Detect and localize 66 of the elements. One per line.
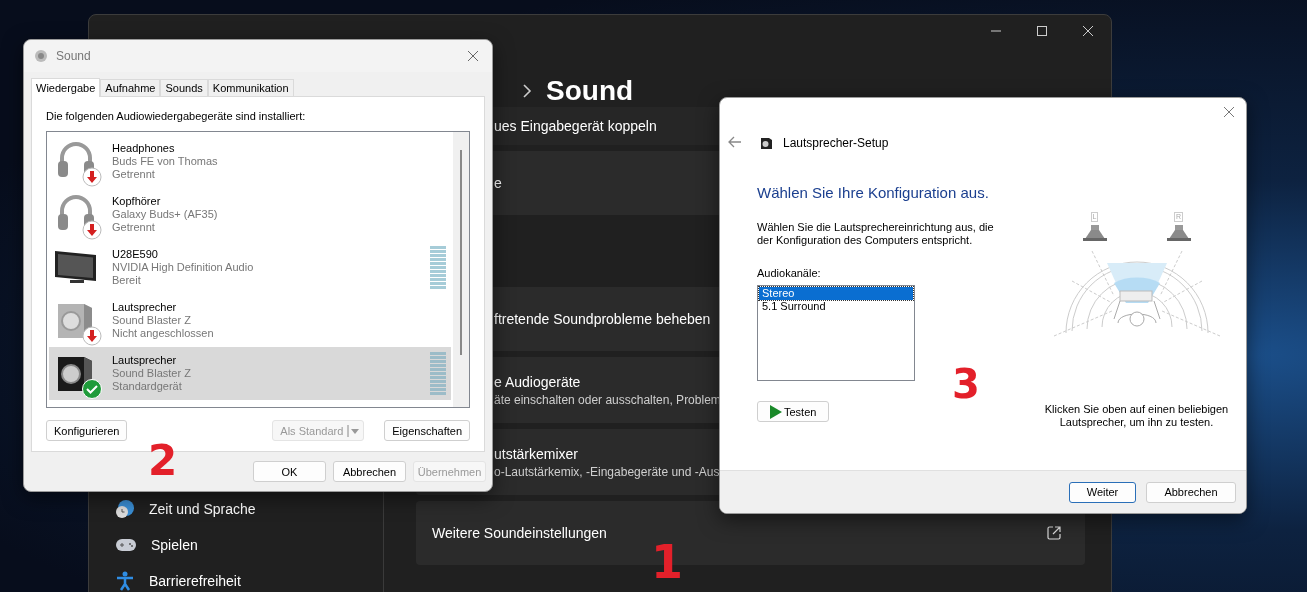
list-label: Audiokanäle:: [757, 267, 821, 279]
dialog-button[interactable]: Weiter: [1069, 481, 1136, 503]
test-button[interactable]: Testen: [757, 401, 830, 422]
device-name: Kopfhörer: [112, 195, 161, 208]
list-item[interactable]: Stereo: [759, 287, 913, 300]
accessibility-icon: [115, 571, 135, 591]
external-link-icon: [1047, 526, 1061, 540]
dialog-button[interactable]: OK: [253, 461, 326, 482]
play-icon: [770, 404, 782, 419]
list-item[interactable]: 5.1 Surround: [759, 300, 913, 313]
device-driver: Buds FE von Thomas: [112, 155, 218, 168]
annotation-number: 2: [148, 440, 178, 482]
intro-text: Die folgenden Audiowiedergabegeräte sind installiert:: [46, 109, 307, 123]
card-title: Weitere Soundeinstellungen: [432, 525, 607, 541]
tab[interactable]: Kommunikation: [207, 79, 294, 96]
speaker-icon[interactable]: [1080, 225, 1109, 241]
chevron-icon: [522, 84, 532, 98]
page-heading: Sound: [546, 75, 634, 107]
device-driver: Galaxy Buds+ (AF35): [112, 208, 218, 221]
nav-item[interactable]: Zeit und Sprache: [115, 491, 383, 527]
caret-icon: [347, 424, 362, 437]
card-title: e Audiogeräte: [494, 373, 581, 390]
speaker-icon[interactable]: [1164, 225, 1193, 241]
dialog-title: Sound: [56, 49, 91, 63]
card-subtitle: äte einschalten oder ausschalten, Problem: [494, 392, 721, 407]
nav-item[interactable]: Barrierefreiheit: [115, 563, 383, 592]
gamepad-icon: [115, 537, 137, 553]
device-row[interactable]: Kopfhörer Galaxy Buds+ (AF35) Getrennt: [49, 188, 451, 241]
device-driver: Sound Blaster Z: [112, 367, 191, 380]
device-name: Headphones: [112, 142, 175, 155]
dialog-title: Lautsprecher-Setup: [783, 136, 889, 150]
device-status: Bereit: [112, 274, 141, 287]
device-name: Lautsprecher: [112, 354, 177, 367]
device-row[interactable]: Lautsprecher Sound Blaster Z Nicht angeschlossen: [49, 294, 451, 347]
dialog-button[interactable]: Abbrechen: [1146, 481, 1236, 503]
tab[interactable]: Aufnahme: [100, 79, 161, 96]
speaker-icon: [34, 49, 48, 63]
device-status: Getrennt: [112, 221, 155, 234]
device-status: Nicht angeschlossen: [112, 327, 214, 340]
device-row[interactable]: Headphones Buds FE von Thomas Getrennt: [49, 135, 451, 188]
device-driver: Sound Blaster Z: [112, 314, 191, 327]
device-status: Getrennt: [112, 168, 155, 181]
card-title: ues Eingabegerät koppeln: [494, 118, 657, 134]
device-row[interactable]: Lautsprecher Sound Blaster Z Standardgerät: [49, 347, 451, 400]
card-subtitle: o-Lautstärkemix, -Eingabegeräte und -Aus: [494, 464, 720, 479]
dialog-button[interactable]: Eigenschaften: [384, 420, 470, 441]
card-title: utstärkemixer: [494, 445, 579, 462]
card-title: e: [494, 175, 502, 191]
device-name: U28E590: [112, 248, 158, 261]
nav-item[interactable]: Spielen: [115, 527, 383, 563]
dialog-button[interactable]: Konfigurieren: [46, 420, 128, 441]
wizard-heading: Wählen Sie Ihre Konfiguration aus.: [757, 184, 989, 201]
annotation-number: 3: [952, 364, 980, 404]
tab[interactable]: Wiedergabe: [31, 78, 101, 97]
dialog-button[interactable]: Abbrechen: [333, 461, 406, 482]
card-title: ftretende Soundprobleme beheben: [494, 311, 711, 327]
scrollbar[interactable]: [453, 132, 469, 407]
description-text: Wählen Sie die Lautsprechereinrichtung aus, die der Konfiguration des Computers entspricht.: [757, 221, 995, 247]
device-status: Standardgerät: [112, 380, 182, 393]
speaker-box-icon: [760, 136, 773, 150]
globe-clock-icon: [115, 499, 135, 519]
device-name: Lautsprecher: [112, 301, 177, 314]
device-row[interactable]: U28E590 NVIDIA High Definition Audio Bereit: [49, 241, 451, 294]
device-driver: NVIDIA High Definition Audio: [112, 261, 254, 274]
hint-text: Klicken Sie oben auf einen beliebigen Lautsprecher, um ihn zu testen.: [1043, 403, 1230, 429]
tab[interactable]: Sounds: [160, 79, 208, 96]
